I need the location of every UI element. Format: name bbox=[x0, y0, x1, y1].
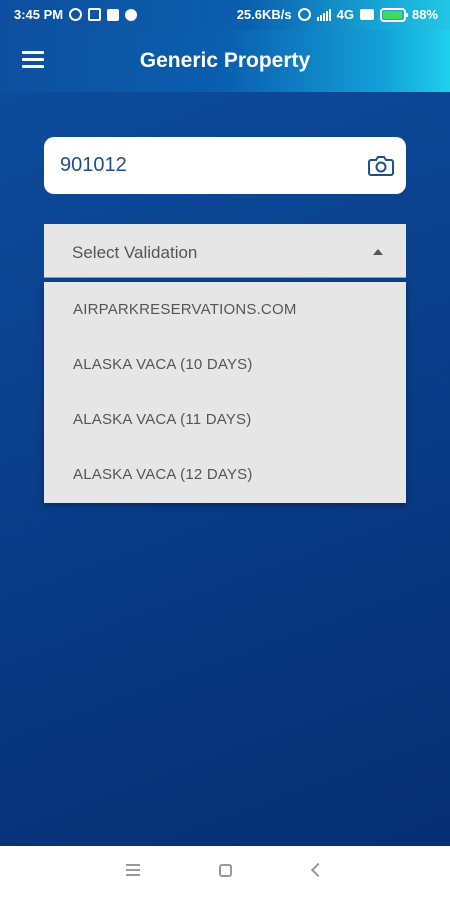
status-time: 3:45 PM bbox=[14, 7, 64, 22]
back-icon[interactable] bbox=[310, 862, 326, 878]
property-code-input[interactable]: 901012 bbox=[44, 137, 406, 194]
network-speed: 25.6KB/s bbox=[236, 7, 292, 22]
pinwheel-icon bbox=[88, 8, 102, 21]
system-nav-bar bbox=[0, 846, 450, 900]
signal-icon bbox=[316, 8, 331, 21]
validation-select[interactable]: Select Validation bbox=[44, 224, 406, 278]
validation-options-list: AIRPARKRESERVATIONS.COM ALASKA VACA (10 … bbox=[44, 282, 406, 503]
validation-option[interactable]: ALASKA VACA (10 DAYS) bbox=[44, 337, 406, 392]
alarm-icon bbox=[297, 8, 311, 21]
message-icon bbox=[125, 8, 138, 21]
validation-option[interactable]: AIRPARKRESERVATIONS.COM bbox=[44, 282, 406, 337]
app-bar: Generic Property bbox=[0, 30, 450, 92]
camera-icon[interactable] bbox=[368, 154, 394, 176]
volte-icon bbox=[359, 9, 374, 20]
validation-option[interactable]: ALASKA VACA (12 DAYS) bbox=[44, 447, 406, 502]
battery-percent: 88% bbox=[411, 7, 438, 22]
status-bar: 3:45 PM 25.6KB/s 4G 88% bbox=[0, 0, 450, 30]
sync-icon bbox=[69, 8, 83, 21]
validation-select-label: Select Validation bbox=[72, 243, 198, 262]
caret-up-icon[interactable] bbox=[373, 249, 383, 255]
home-icon[interactable] bbox=[219, 864, 232, 877]
validation-option[interactable]: ALASKA VACA (11 DAYS) bbox=[44, 392, 406, 447]
menu-icon[interactable] bbox=[126, 864, 140, 876]
page-title: Generic Property bbox=[139, 49, 311, 72]
battery-icon bbox=[379, 7, 408, 22]
network-type: 4G bbox=[336, 7, 354, 22]
property-code-value[interactable]: 901012 bbox=[60, 154, 127, 177]
notification-icon bbox=[107, 8, 120, 21]
